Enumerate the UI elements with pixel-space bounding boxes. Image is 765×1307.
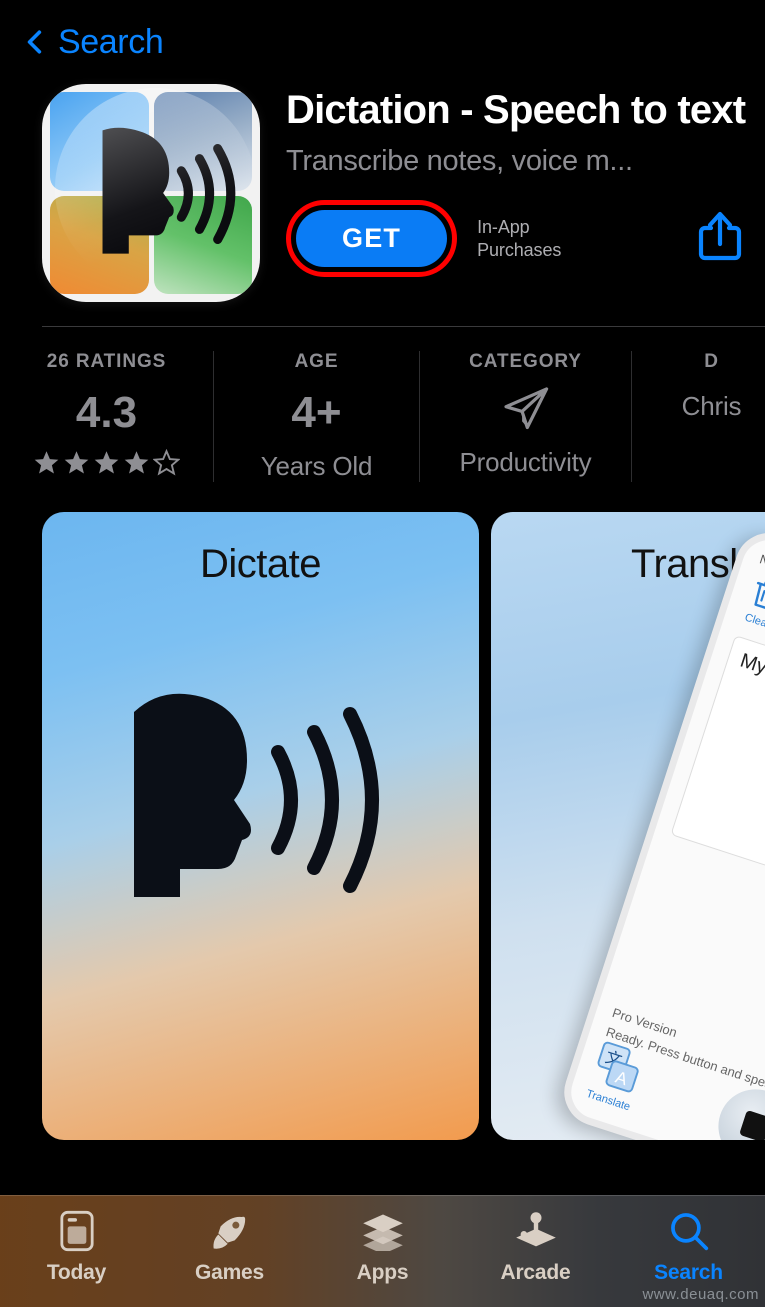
joystick-icon bbox=[514, 1210, 558, 1252]
star-rating bbox=[30, 449, 183, 476]
stat-age[interactable]: AGE 4+ Years Old bbox=[213, 351, 419, 482]
paper-plane-icon bbox=[503, 387, 548, 430]
app-subtitle: Transcribe notes, voice m... bbox=[286, 145, 633, 178]
tab-label: Arcade bbox=[500, 1261, 571, 1284]
star-outline-icon bbox=[153, 449, 180, 476]
clear-label: Clear bbox=[743, 611, 765, 632]
share-button[interactable] bbox=[693, 206, 747, 271]
star-filled-icon bbox=[124, 451, 149, 474]
get-button[interactable]: GET bbox=[296, 210, 448, 268]
app-icon[interactable] bbox=[42, 84, 260, 302]
today-card-icon bbox=[57, 1210, 97, 1252]
stat-developer[interactable]: D Chris bbox=[631, 351, 765, 482]
layers-icon bbox=[361, 1210, 405, 1252]
back-label: Search bbox=[58, 22, 164, 61]
screenshot-2[interactable]: Transl No SIM Clear My dicta Pro Version… bbox=[491, 512, 765, 1140]
stat-value: 4.3 bbox=[75, 388, 138, 437]
speaking-head-waves-art bbox=[134, 693, 379, 897]
app-action-row: GET In-App Purchases bbox=[286, 200, 747, 278]
translate-button[interactable]: 文 A Translate bbox=[584, 1039, 647, 1113]
tab-today[interactable]: Today bbox=[0, 1210, 153, 1293]
stat-sub: Productivity bbox=[459, 447, 592, 477]
stat-ratings[interactable]: 26 RATINGS 4.3 bbox=[0, 351, 213, 482]
chevron-left-icon bbox=[27, 30, 42, 54]
trash-icon bbox=[754, 581, 765, 611]
tab-label: Today bbox=[46, 1261, 107, 1284]
share-icon bbox=[698, 212, 742, 261]
tab-label: Apps bbox=[356, 1261, 409, 1284]
iap-line-1: In-App bbox=[477, 216, 530, 237]
screenshot-carousel[interactable]: Dictate Transl No SIM Clear My dicta bbox=[0, 494, 765, 1140]
tab-games[interactable]: Games bbox=[153, 1210, 306, 1293]
stat-value: 4+ bbox=[291, 388, 342, 437]
stat-label: CATEGORY bbox=[469, 351, 582, 372]
stat-label: 26 RATINGS bbox=[46, 351, 167, 372]
iap-line-2: Purchases bbox=[477, 239, 562, 260]
stat-label: D bbox=[704, 351, 719, 372]
tab-arcade[interactable]: Arcade bbox=[459, 1210, 612, 1293]
app-title: Dictation - Speech to text bbox=[286, 88, 746, 132]
get-button-highlight: GET bbox=[286, 200, 458, 278]
rocket-icon bbox=[209, 1210, 251, 1252]
stat-category[interactable]: CATEGORY Productivity bbox=[419, 351, 631, 482]
magnifier-icon bbox=[668, 1210, 710, 1252]
app-header: Dictation - Speech to text Transcribe no… bbox=[0, 84, 765, 302]
star-filled-icon bbox=[34, 451, 59, 474]
star-filled-icon bbox=[94, 451, 119, 474]
stat-sub: Years Old bbox=[260, 451, 373, 481]
navigation-bar: Search bbox=[0, 0, 765, 84]
tab-search[interactable]: Search bbox=[612, 1210, 765, 1293]
back-to-search-button[interactable]: Search bbox=[22, 22, 164, 62]
record-button-inner bbox=[739, 1109, 765, 1140]
in-app-purchases-note: In-App Purchases bbox=[477, 216, 561, 262]
tab-label: Games bbox=[194, 1261, 265, 1284]
app-stats-strip: 26 RATINGS 4.3 AGE 4+ Years Old CATEGORY… bbox=[0, 327, 765, 494]
watermark: www.deuaq.com bbox=[642, 1286, 759, 1303]
speaking-head-icon bbox=[102, 127, 236, 254]
tab-label: Search bbox=[654, 1261, 723, 1284]
stat-label: AGE bbox=[294, 351, 339, 372]
tab-apps[interactable]: Apps bbox=[306, 1210, 459, 1293]
dictation-note-field[interactable]: My dicta bbox=[670, 635, 765, 951]
star-filled-icon bbox=[64, 451, 89, 474]
record-button[interactable] bbox=[708, 1079, 765, 1140]
phone-mockup: No SIM Clear My dicta Pro Version Ready.… bbox=[555, 524, 765, 1140]
category-icon-wrap bbox=[450, 385, 601, 431]
stat-sub: Chris bbox=[681, 391, 742, 421]
screenshot-1[interactable]: Dictate bbox=[42, 512, 479, 1140]
